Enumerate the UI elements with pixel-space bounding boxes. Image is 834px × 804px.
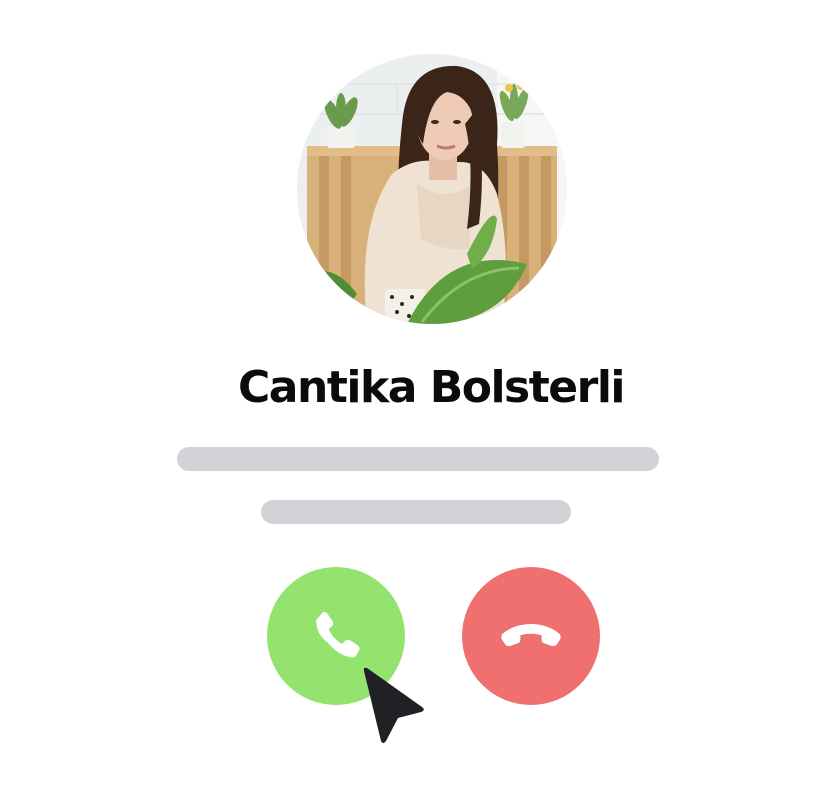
caller-name: Cantika Bolsterli: [238, 362, 625, 413]
mouse-cursor-icon: [360, 665, 430, 747]
placeholder-line-secondary: [261, 500, 571, 524]
placeholder-line-primary: [177, 447, 659, 471]
phone-hangup-icon: [501, 624, 561, 647]
decline-call-button[interactable]: [462, 567, 600, 705]
phone-icon: [316, 611, 360, 658]
avatar-photo: [297, 54, 567, 324]
caller-avatar: [297, 54, 567, 324]
